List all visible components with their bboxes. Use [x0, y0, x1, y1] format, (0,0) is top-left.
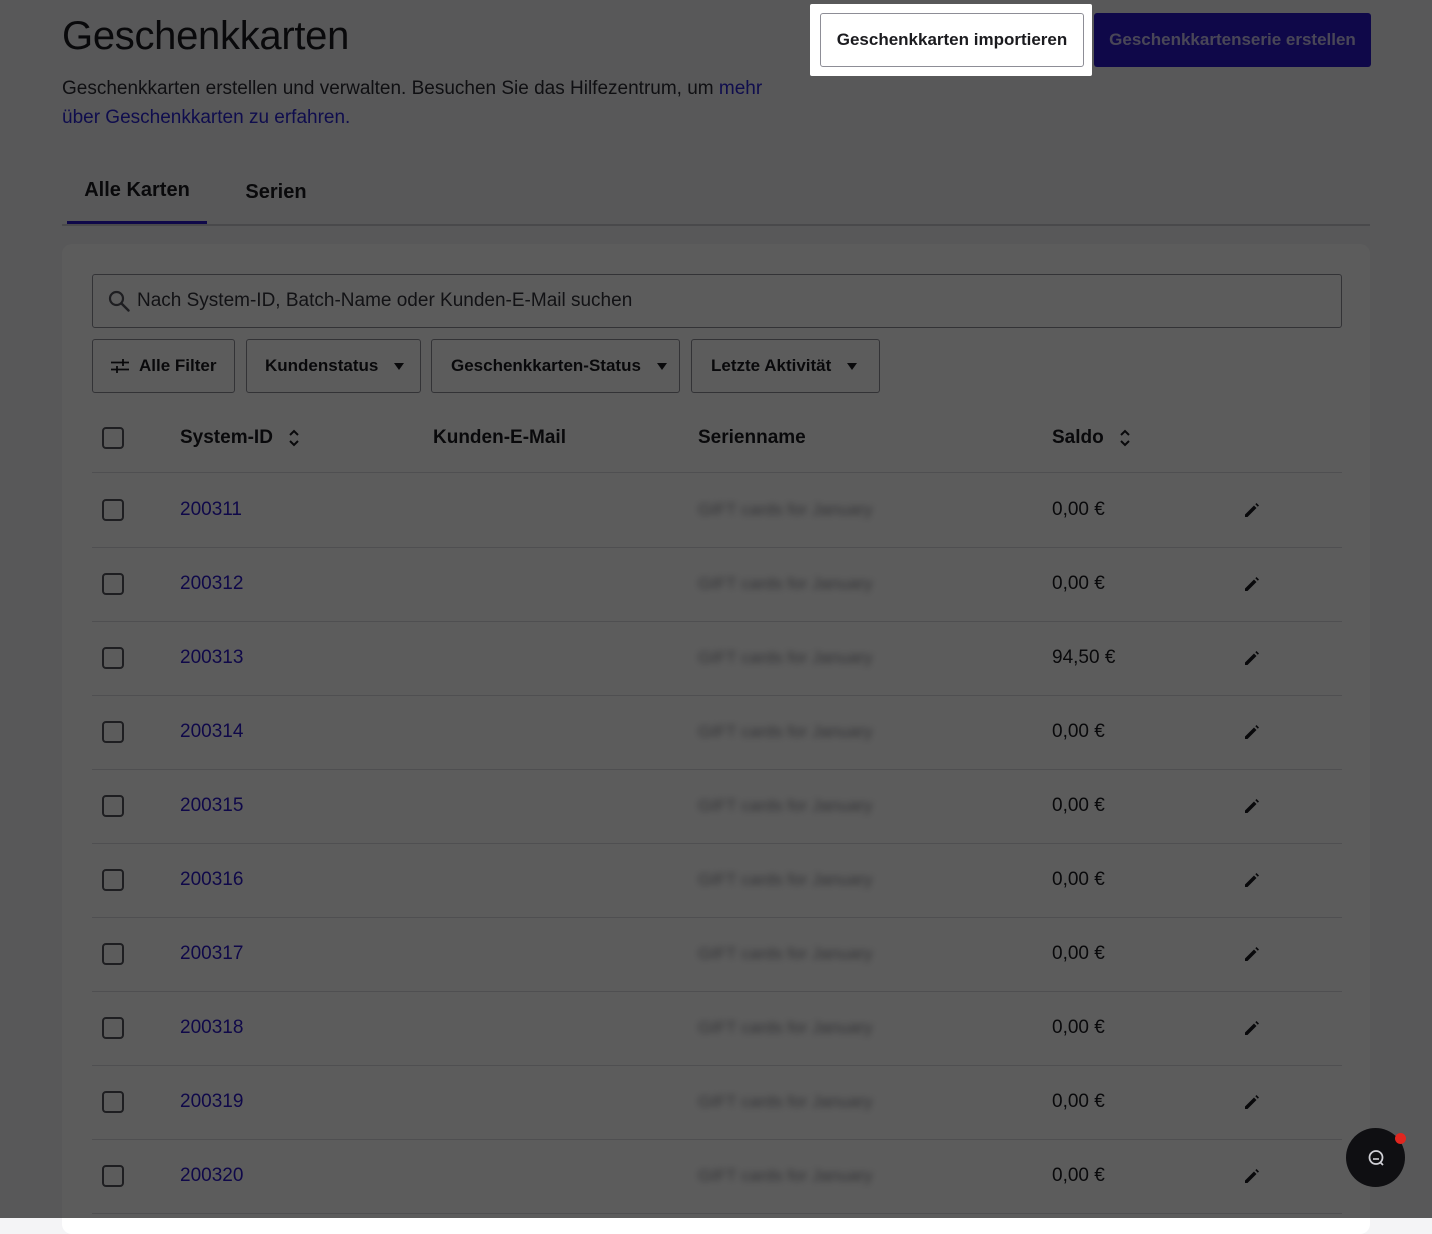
search-icon	[108, 290, 130, 312]
series-name: GIFT cards for January	[698, 500, 873, 519]
system-id-link[interactable]: 200318	[180, 991, 243, 1065]
pencil-icon[interactable]	[1242, 1166, 1262, 1186]
column-system-id-label: System-ID	[180, 427, 273, 448]
pencil-icon[interactable]	[1242, 648, 1262, 668]
last-activity-label: Letzte Aktivität	[711, 356, 832, 375]
balance-value: 0,00 €	[1052, 1091, 1105, 1112]
table-row: 200313 GIFT cards for January 94,50 €	[92, 621, 1342, 696]
pencil-icon[interactable]	[1242, 796, 1262, 816]
giftcards-card: Alle Filter Kundenstatus Geschenkkarten-…	[62, 244, 1370, 1234]
table-row: 200311 GIFT cards for January 0,00 €	[92, 473, 1342, 548]
balance-value: 0,00 €	[1052, 1017, 1105, 1038]
system-id-link[interactable]: 200319	[180, 1065, 243, 1139]
balance-value: 94,50 €	[1052, 647, 1116, 668]
column-balance-label: Saldo	[1052, 427, 1104, 448]
balance-value: 0,00 €	[1052, 721, 1105, 742]
caret-down-icon	[847, 362, 858, 370]
balance-value: 0,00 €	[1052, 795, 1105, 816]
table-row: 200320 GIFT cards for January 0,00 €	[92, 1139, 1342, 1214]
system-id-link[interactable]: 200312	[180, 547, 243, 621]
series-name: GIFT cards for January	[698, 944, 873, 963]
row-checkbox[interactable]	[102, 943, 124, 965]
system-id-link[interactable]: 200311	[180, 473, 242, 547]
series-name: GIFT cards for January	[698, 1018, 873, 1037]
row-checkbox[interactable]	[102, 647, 124, 669]
balance-value: 0,00 €	[1052, 499, 1105, 520]
table-row: 200315 GIFT cards for January 0,00 €	[92, 769, 1342, 844]
balance-value: 0,00 €	[1052, 869, 1105, 890]
system-id-link[interactable]: 200316	[180, 843, 243, 917]
series-name: GIFT cards for January	[698, 648, 873, 667]
series-name: GIFT cards for January	[698, 574, 873, 593]
tab-series[interactable]: Serien	[232, 160, 320, 224]
system-id-link[interactable]: 200315	[180, 769, 243, 843]
pencil-icon[interactable]	[1242, 944, 1262, 964]
series-name: GIFT cards for January	[698, 870, 873, 889]
table-row: 200318 GIFT cards for January 0,00 €	[92, 991, 1342, 1066]
last-activity-dropdown[interactable]: Letzte Aktivität	[691, 339, 880, 393]
pencil-icon[interactable]	[1242, 870, 1262, 890]
sort-icon[interactable]	[1118, 427, 1132, 449]
caret-down-icon	[656, 362, 667, 370]
search-input[interactable]	[137, 275, 1327, 327]
select-all-checkbox[interactable]	[102, 427, 124, 449]
pencil-icon[interactable]	[1242, 574, 1262, 594]
import-giftcards-button[interactable]: Geschenkkarten importieren	[820, 13, 1084, 67]
caret-down-icon	[394, 362, 405, 370]
customer-status-label: Kundenstatus	[265, 356, 379, 375]
table-header: System-ID Kunden-E-Mail Serienname Saldo	[92, 404, 1342, 473]
subtitle-text: Geschenkkarten erstellen und verwalten. …	[62, 78, 719, 99]
page-subtitle: Geschenkkarten erstellen und verwalten. …	[62, 74, 792, 132]
table-row: 200319 GIFT cards for January 0,00 €	[92, 1065, 1342, 1140]
system-id-link[interactable]: 200314	[180, 695, 243, 769]
balance-value: 0,00 €	[1052, 1165, 1105, 1186]
row-checkbox[interactable]	[102, 1091, 124, 1113]
series-name: GIFT cards for January	[698, 722, 873, 741]
row-checkbox[interactable]	[102, 1165, 124, 1187]
row-checkbox[interactable]	[102, 573, 124, 595]
system-id-link[interactable]: 200313	[180, 621, 243, 695]
system-id-link[interactable]: 200317	[180, 917, 243, 991]
column-balance[interactable]: Saldo	[1052, 404, 1132, 472]
column-series-name: Serienname	[698, 427, 806, 448]
column-system-id[interactable]: System-ID	[180, 404, 301, 472]
all-filters-button[interactable]: Alle Filter	[92, 339, 235, 393]
page-title: Geschenkkarten	[62, 14, 350, 58]
row-checkbox[interactable]	[102, 1017, 124, 1039]
create-series-button[interactable]: Geschenkkartenserie erstellen	[1094, 13, 1371, 67]
series-name: GIFT cards for January	[698, 1092, 873, 1111]
table-row: 200317 GIFT cards for January 0,00 €	[92, 917, 1342, 992]
series-name: GIFT cards for January	[698, 1166, 873, 1185]
row-checkbox[interactable]	[102, 499, 124, 521]
sliders-icon	[111, 359, 129, 373]
table-row: 200312 GIFT cards for January 0,00 €	[92, 547, 1342, 622]
tab-all-cards[interactable]: Alle Karten	[67, 160, 207, 224]
customer-status-dropdown[interactable]: Kundenstatus	[246, 339, 421, 393]
series-name: GIFT cards for January	[698, 796, 873, 815]
tab-bar: Alle Karten Serien	[62, 160, 1370, 226]
table-row: 200314 GIFT cards for January 0,00 €	[92, 695, 1342, 770]
table-row: 200316 GIFT cards for January 0,00 €	[92, 843, 1342, 918]
pencil-icon[interactable]	[1242, 722, 1262, 742]
notification-badge	[1395, 1133, 1406, 1144]
balance-value: 0,00 €	[1052, 943, 1105, 964]
pencil-icon[interactable]	[1242, 500, 1262, 520]
search-field[interactable]	[92, 274, 1342, 328]
pencil-icon[interactable]	[1242, 1092, 1262, 1112]
all-filters-label: Alle Filter	[139, 356, 217, 375]
row-checkbox[interactable]	[102, 721, 124, 743]
giftcard-status-dropdown[interactable]: Geschenkkarten-Status	[431, 339, 680, 393]
giftcard-status-label: Geschenkkarten-Status	[451, 356, 641, 375]
column-customer-email: Kunden-E-Mail	[433, 427, 566, 448]
system-id-link[interactable]: 200320	[180, 1139, 243, 1213]
row-checkbox[interactable]	[102, 869, 124, 891]
chat-icon	[1368, 1149, 1384, 1166]
row-checkbox[interactable]	[102, 795, 124, 817]
giftcards-page: Geschenkkarten Geschenkkarten erstellen …	[0, 0, 1432, 1234]
sort-icon[interactable]	[287, 427, 301, 449]
pencil-icon[interactable]	[1242, 1018, 1262, 1038]
balance-value: 0,00 €	[1052, 573, 1105, 594]
